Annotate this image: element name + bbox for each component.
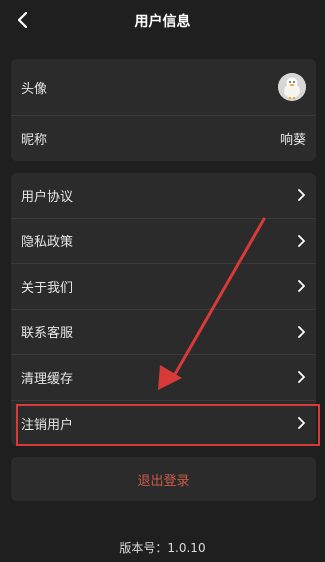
- nickname-row[interactable]: 昵称 响葵: [11, 116, 316, 161]
- chevron-right-icon: [296, 188, 306, 202]
- duck-avatar-icon: [278, 73, 306, 101]
- chevron-right-icon: [296, 279, 306, 293]
- menu-item-label: 注销用户: [21, 417, 74, 433]
- menu-item-label: 隐私政策: [21, 235, 74, 251]
- chevron-right-icon: [296, 370, 306, 384]
- avatar-row[interactable]: 头像: [11, 59, 316, 116]
- menu-item-contact-service[interactable]: 联系客服: [11, 310, 316, 355]
- avatar-label: 头像: [21, 81, 48, 97]
- nickname-label: 昵称: [21, 133, 48, 148]
- menu-item-clear-cache[interactable]: 清理缓存: [11, 355, 316, 401]
- menu-item-label: 联系客服: [21, 326, 74, 342]
- chevron-right-icon: [296, 234, 306, 248]
- menu-item-label: 清理缓存: [21, 371, 74, 387]
- logout-button[interactable]: 退出登录: [11, 457, 316, 501]
- avatar[interactable]: [278, 73, 306, 101]
- menu-item-delete-account[interactable]: 注销用户: [11, 401, 316, 447]
- menu-item-label: 用户协议: [21, 189, 74, 205]
- chevron-right-icon: [296, 325, 306, 339]
- version-text: 版本号：1.0.10: [119, 541, 206, 555]
- chevron-right-icon: [296, 416, 306, 430]
- menu-item-about-us[interactable]: 关于我们: [11, 264, 316, 310]
- menu-item-user-agreement[interactable]: 用户协议: [11, 173, 316, 219]
- header-bar: 用户信息: [0, 0, 325, 42]
- menu-item-privacy-policy[interactable]: 隐私政策: [11, 219, 316, 264]
- profile-card: 头像 昵称 响葵: [11, 59, 316, 161]
- menu-item-label: 关于我们: [21, 280, 74, 296]
- settings-menu-card: 用户协议 隐私政策 关于我们 联系客服 清理缓存 注销用户: [11, 173, 316, 446]
- page-title: 用户信息: [134, 14, 191, 30]
- nickname-value: 响葵: [279, 133, 306, 148]
